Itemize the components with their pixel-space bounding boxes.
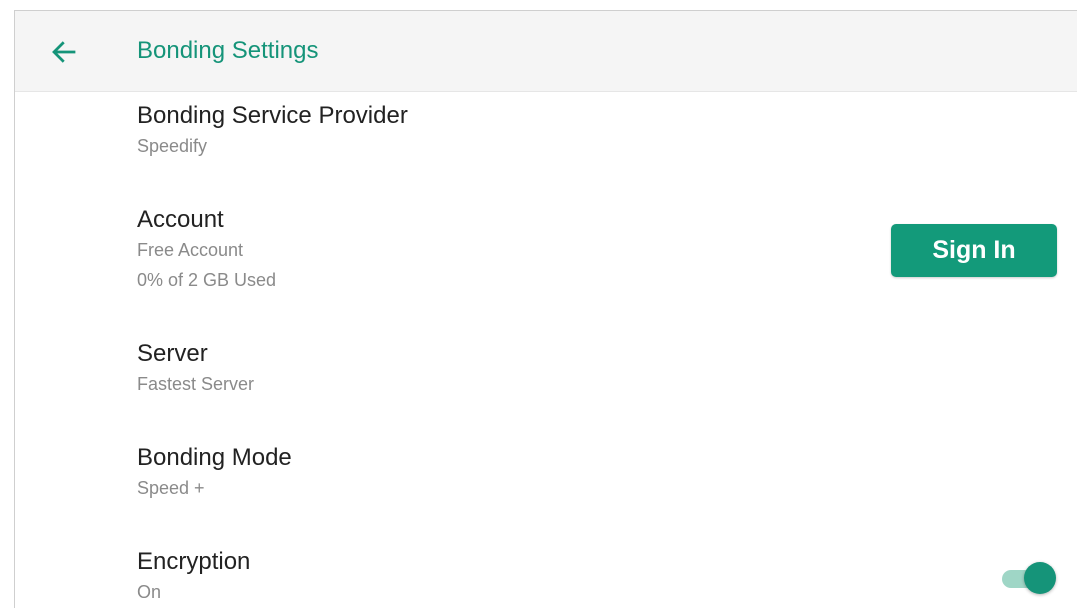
- setting-bonding-mode[interactable]: Bonding Mode Speed +: [137, 443, 292, 503]
- setting-title: Bonding Service Provider: [137, 102, 408, 129]
- toggle-thumb: [1024, 562, 1056, 594]
- settings-screen: Bonding Settings Bonding Service Provide…: [14, 10, 1077, 608]
- setting-title: Encryption: [137, 548, 251, 575]
- setting-title: Account: [137, 206, 224, 233]
- page-title: Bonding Settings: [137, 37, 319, 64]
- setting-value: Fastest Server: [137, 374, 255, 394]
- setting-bonding-service-provider[interactable]: Bonding Service Provider Speedify: [137, 101, 408, 161]
- app-bar: Bonding Settings: [15, 11, 1077, 92]
- setting-value: Speed +: [137, 478, 205, 498]
- setting-account[interactable]: Account Free Account 0% of 2 GB Used: [137, 205, 276, 295]
- setting-encryption[interactable]: Encryption On: [137, 547, 250, 607]
- account-plan: Free Account: [137, 240, 244, 260]
- account-usage: 0% of 2 GB Used: [137, 270, 277, 290]
- setting-value: On: [137, 582, 162, 602]
- encryption-toggle[interactable]: [1000, 561, 1058, 595]
- back-button[interactable]: [47, 35, 81, 69]
- setting-title: Bonding Mode: [137, 444, 292, 471]
- arrow-left-icon: [52, 41, 76, 63]
- setting-server[interactable]: Server Fastest Server: [137, 339, 254, 399]
- sign-in-button[interactable]: Sign In: [891, 224, 1057, 277]
- setting-value: Speedify: [137, 136, 208, 156]
- setting-title: Server: [137, 340, 208, 367]
